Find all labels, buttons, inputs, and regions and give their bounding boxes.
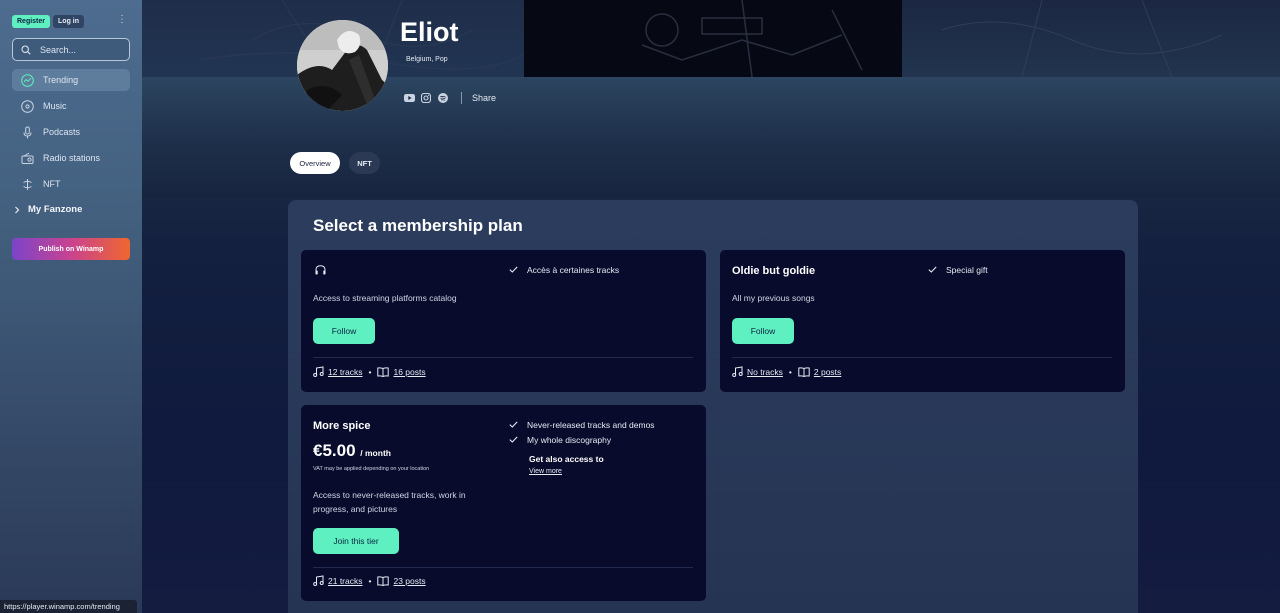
- check-icon: [509, 266, 518, 273]
- chevron-right-icon: [15, 206, 20, 213]
- nft-icon: [23, 178, 32, 190]
- tracks-link[interactable]: 21 tracks: [328, 576, 363, 586]
- follow-button[interactable]: Follow: [732, 318, 794, 344]
- microphone-icon: [23, 126, 32, 138]
- separator-dot: •: [368, 366, 372, 377]
- music-note-icon: [732, 366, 743, 377]
- price-unit: / month: [360, 448, 391, 458]
- spotify-icon[interactable]: [437, 92, 449, 104]
- music-note-icon: [313, 366, 324, 377]
- plan-price: €5.00 / month: [313, 441, 391, 461]
- sidebar-item-podcasts[interactable]: Podcasts: [12, 121, 130, 143]
- more-options-icon[interactable]: ⋮: [117, 14, 127, 26]
- feature-label: Accès à certaines tracks: [527, 264, 620, 275]
- tab-nft[interactable]: NFT: [349, 152, 380, 174]
- price-amount: €5.00: [313, 441, 356, 460]
- feature-label: Special gift: [946, 264, 988, 275]
- plan-description: Access to never-released tracks, work in…: [313, 490, 466, 514]
- feature-label: Never-released tracks and demos: [527, 419, 655, 430]
- check-icon: [509, 421, 518, 428]
- artist-avatar: [297, 20, 388, 111]
- sidebar-item-radio-stations[interactable]: Radio stations: [12, 147, 130, 169]
- sidebar-item-label: NFT: [43, 179, 61, 189]
- feature-item: My whole discography: [509, 432, 655, 447]
- sidebar-item-trending[interactable]: Trending: [12, 69, 130, 91]
- feature-item: Accès à certaines tracks: [509, 262, 619, 277]
- my-fanzone-toggle[interactable]: My Fanzone: [14, 204, 82, 215]
- sidebar-item-label: Radio stations: [43, 153, 101, 163]
- plan-footer: No tracks • 2 posts: [732, 366, 841, 377]
- plan-card-streaming: Accès à certaines tracks Access to strea…: [301, 250, 706, 392]
- plan-title: More spice: [313, 420, 371, 432]
- join-tier-button[interactable]: Join this tier: [313, 528, 399, 554]
- separator-dot: •: [368, 575, 372, 586]
- status-bar-url: https://player.winamp.com/trending: [0, 600, 137, 613]
- check-icon: [509, 436, 518, 443]
- search-box[interactable]: [12, 38, 130, 61]
- book-icon: [798, 366, 810, 377]
- plan-title: Oldie but goldie: [732, 265, 816, 277]
- login-button[interactable]: Log in: [53, 15, 85, 28]
- tracks-link[interactable]: No tracks: [747, 367, 783, 377]
- music-disc-icon: [21, 99, 34, 113]
- tracks-link[interactable]: 12 tracks: [328, 367, 363, 377]
- get-also-heading: Get also access to: [529, 454, 604, 464]
- check-icon: [928, 266, 937, 273]
- register-button[interactable]: Register: [12, 15, 51, 28]
- plan-features: Special gift: [928, 262, 988, 277]
- book-icon: [377, 366, 390, 377]
- feature-item: Never-released tracks and demos: [509, 417, 655, 432]
- artist-meta: Belgium, Pop: [406, 56, 448, 63]
- card-divider: [732, 357, 1112, 358]
- feature-label: My whole discography: [527, 434, 612, 445]
- book-icon: [377, 575, 390, 586]
- plan-features: Accès à certaines tracks: [509, 262, 619, 277]
- card-divider: [313, 357, 693, 358]
- socials-divider: [461, 92, 462, 104]
- plan-features: Never-released tracks and demos My whole…: [509, 417, 655, 447]
- artist-tabs: Overview NFT: [290, 152, 380, 174]
- sidebar-item-music[interactable]: Music: [12, 95, 130, 117]
- sidebar: Register Log in ⋮ Trending Music: [0, 0, 142, 613]
- fanzone-label: My Fanzone: [28, 204, 83, 215]
- posts-link[interactable]: 16 posts: [393, 367, 425, 377]
- plan-description: All my previous songs: [732, 293, 815, 303]
- sidebar-item-nft[interactable]: NFT: [12, 173, 130, 195]
- follow-button[interactable]: Follow: [313, 318, 375, 344]
- headphones-icon: [315, 265, 326, 275]
- music-note-icon: [313, 575, 324, 586]
- youtube-icon[interactable]: [403, 92, 415, 104]
- plan-footer: 12 tracks • 16 posts: [313, 366, 426, 377]
- tab-overview[interactable]: Overview: [290, 152, 340, 174]
- plan-card-more-spice: More spice €5.00 / month VAT may be appl…: [301, 405, 706, 601]
- feature-item: Special gift: [928, 262, 988, 277]
- sidebar-nav: Trending Music Podcasts Radio stations N…: [12, 69, 130, 199]
- share-button[interactable]: Share: [472, 93, 496, 103]
- publish-on-winamp-button[interactable]: Publish on Winamp: [12, 238, 130, 260]
- artist-socials: Share: [403, 92, 496, 104]
- separator-dot: •: [788, 366, 792, 377]
- search-icon: [21, 44, 31, 55]
- sidebar-item-label: Podcasts: [43, 127, 81, 137]
- search-input[interactable]: [40, 44, 120, 55]
- plan-description: Access to streaming platforms catalog: [313, 293, 457, 303]
- plan-card-oldie: Oldie but goldie Special gift All my pre…: [720, 250, 1125, 392]
- main-content: Eliot Belgium, Pop Share Overview NFT Se…: [142, 0, 1280, 613]
- radio-icon: [21, 152, 34, 164]
- artist-name: Eliot: [400, 17, 459, 47]
- membership-title: Select a membership plan: [313, 216, 523, 235]
- posts-link[interactable]: 2 posts: [814, 367, 841, 377]
- vat-note: VAT may be applied depending on your loc…: [313, 466, 430, 472]
- auth-buttons: Register Log in: [12, 15, 85, 28]
- sidebar-item-label: Music: [43, 101, 67, 111]
- instagram-icon[interactable]: [420, 92, 432, 104]
- trending-icon: [21, 73, 34, 87]
- plan-footer: 21 tracks • 23 posts: [313, 575, 426, 586]
- sidebar-item-label: Trending: [43, 75, 79, 85]
- membership-panel: Select a membership plan Accès à certain…: [288, 200, 1138, 613]
- card-divider: [313, 567, 693, 568]
- posts-link[interactable]: 23 posts: [393, 576, 425, 586]
- view-more-link[interactable]: View more: [529, 468, 562, 475]
